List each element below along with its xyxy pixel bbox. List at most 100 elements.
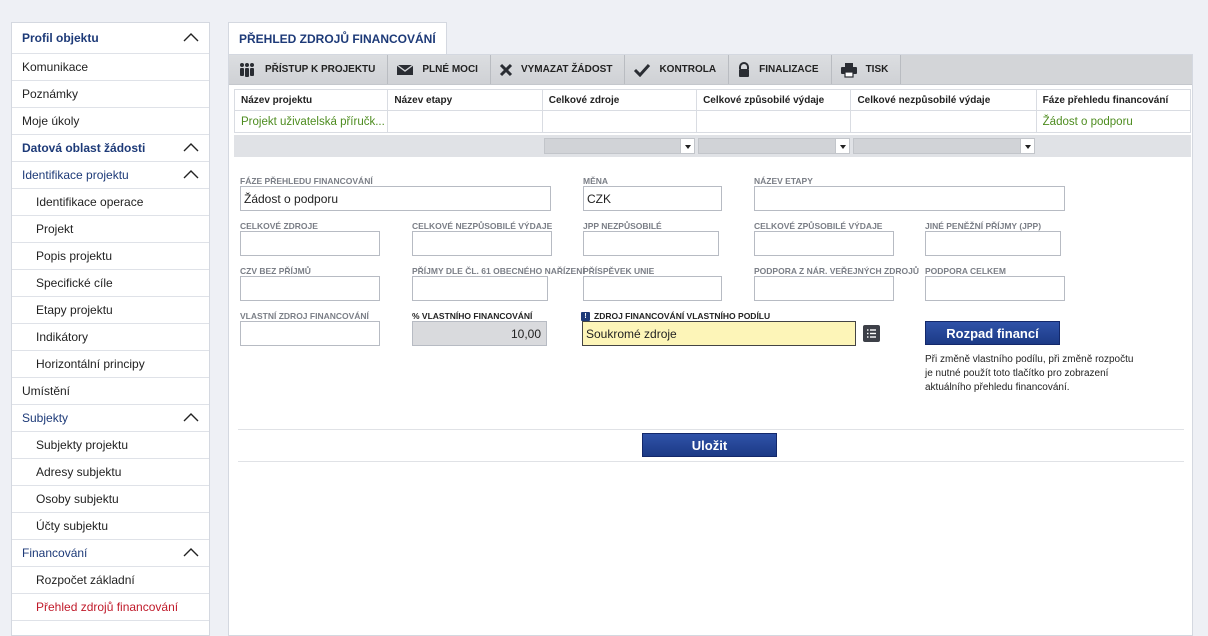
- toolbar-button-1[interactable]: PŘÍSTUP K PROJEKTU: [229, 55, 389, 84]
- sidebar-item-specifick-c-le[interactable]: Specifické cíle: [12, 270, 209, 297]
- sidebar-item-projekt[interactable]: Projekt: [12, 216, 209, 243]
- envelope-icon: [396, 63, 422, 77]
- jpp-label: JPP NEZPŮSOBILÉ: [583, 221, 662, 231]
- printer-icon: [840, 62, 866, 78]
- column-header[interactable]: Celkové způsobilé výdaje: [697, 89, 852, 111]
- sidebar-item-label: Osoby subjektu: [36, 492, 119, 506]
- filter-dropdown-zpusobile[interactable]: [698, 138, 850, 154]
- jine-prijmy-field[interactable]: [925, 231, 1061, 256]
- nezpusobile-label: CELKOVÉ NEZPŮSOBILÉ VÝDAJE: [412, 221, 553, 231]
- sidebar-item-label: Rozpočet základní: [36, 573, 135, 587]
- toolbar-button-6[interactable]: TISK: [831, 55, 902, 84]
- tab-prehled-zdroju[interactable]: PŘEHLED ZDROJŮ FINANCOVÁNÍ: [228, 22, 447, 54]
- sidebar-item-profil-objektu[interactable]: Profil objektu: [12, 23, 209, 54]
- sidebar-item-ty-subjektu[interactable]: Účty subjektu: [12, 513, 209, 540]
- filter-dropdown-celkove-zdroje[interactable]: [544, 138, 695, 154]
- toolbar-button-label: PŘÍSTUP K PROJEKTU: [265, 64, 376, 75]
- zpusobile-vydaje-field[interactable]: [754, 231, 894, 256]
- sidebar-item-indik-tory[interactable]: Indikátory: [12, 324, 209, 351]
- sidebar-item-horizont-ln-principy[interactable]: Horizontální principy: [12, 351, 209, 378]
- sidebar-item-label: Poznámky: [22, 87, 79, 101]
- celkove-zdroje-field[interactable]: [240, 231, 380, 256]
- chevron-up-icon[interactable]: [183, 168, 199, 182]
- toolbar-button-2[interactable]: PLNÉ MOCI: [388, 55, 491, 84]
- chevron-down-icon: [1020, 139, 1034, 153]
- sidebar-item-label: Financování: [22, 546, 88, 560]
- etapa-field[interactable]: [754, 186, 1065, 211]
- sidebar-item-subjekty-projektu[interactable]: Subjekty projektu: [12, 432, 209, 459]
- sidebar-item-label: Projekt: [36, 222, 74, 236]
- faze-label: FÁZE PŘEHLEDU FINANCOVÁNÍ: [240, 176, 373, 186]
- zpusobile-label: CELKOVÉ ZPŮSOBILÉ VÝDAJE: [754, 221, 883, 231]
- column-header[interactable]: Fáze přehledu financování: [1036, 89, 1192, 111]
- sidebar-item-p-ehled-zdroj-financov-n[interactable]: Přehled zdrojů financování: [12, 594, 209, 621]
- table-row[interactable]: Projekt uživatelská příručk... Žádost o p…: [234, 111, 1192, 133]
- toolbar-button-label: PLNÉ MOCI: [422, 64, 478, 75]
- toolbar-button-4[interactable]: KONTROLA: [625, 55, 730, 84]
- sidebar-item-label: Popis projektu: [36, 249, 113, 263]
- chevron-up-icon[interactable]: [183, 141, 199, 155]
- grid-filter-row: [234, 135, 1191, 157]
- sidebar-item-moje-koly[interactable]: Moje úkoly: [12, 108, 209, 135]
- rozpad-financi-button[interactable]: Rozpad financí: [925, 321, 1060, 345]
- save-button[interactable]: Uložit: [642, 433, 777, 457]
- sidebar-item-um-st-n[interactable]: Umístění: [12, 378, 209, 405]
- toolbar-button-label: KONTROLA: [659, 64, 717, 75]
- chevron-up-icon[interactable]: [183, 411, 199, 425]
- podpora-celkem-field[interactable]: [925, 276, 1065, 301]
- toolbar-button-5[interactable]: FINALIZACE: [729, 55, 832, 84]
- vlastni-label: VLASTNÍ ZDROJ FINANCOVÁNÍ: [240, 311, 369, 321]
- vlastni-zdroj-field[interactable]: [240, 321, 380, 346]
- table-cell: [697, 111, 852, 133]
- zdroje-label: CELKOVÉ ZDROJE: [240, 221, 318, 231]
- sidebar-item-datov-oblast-dosti[interactable]: Datová oblast žádosti: [12, 135, 209, 162]
- divider: [238, 461, 1184, 462]
- column-header[interactable]: Název etapy: [388, 89, 543, 111]
- column-header[interactable]: Název projektu: [234, 89, 389, 111]
- chevron-down-icon: [835, 139, 849, 153]
- list-picker-icon[interactable]: [863, 325, 880, 342]
- required-icon: !: [581, 311, 590, 321]
- sidebar-item-label: Datová oblast žádosti: [22, 141, 146, 155]
- sidebar-item-identifikace-operace[interactable]: Identifikace operace: [12, 189, 209, 216]
- sidebar-item-label: Komunikace: [22, 60, 89, 74]
- column-header[interactable]: Celkové nezpůsobilé výdaje: [851, 89, 1037, 111]
- divider: [238, 429, 1184, 430]
- sidebar-item-popis-projektu[interactable]: Popis projektu: [12, 243, 209, 270]
- chevron-down-icon: [680, 139, 694, 153]
- zdroj-vlastniho-podilu-field[interactable]: Soukromé zdroje: [582, 321, 856, 346]
- sidebar-item-identifikace-projektu[interactable]: Identifikace projektu: [12, 162, 209, 189]
- pct-vlastniho-field: 10,00: [412, 321, 547, 346]
- sidebar-item-rozpo-et-z-kladn[interactable]: Rozpočet základní: [12, 567, 209, 594]
- chevron-up-icon[interactable]: [183, 546, 199, 560]
- sidebar-item-subjekty[interactable]: Subjekty: [12, 405, 209, 432]
- sidebar-item-label: Horizontální principy: [36, 357, 145, 371]
- podpora-celkem-label: PODPORA CELKEM: [925, 266, 1006, 276]
- sidebar-item-label: Profil objektu: [22, 31, 99, 45]
- sidebar-item-komunikace[interactable]: Komunikace: [12, 54, 209, 81]
- sidebar-item-osoby-subjektu[interactable]: Osoby subjektu: [12, 486, 209, 513]
- toolbar: PŘÍSTUP K PROJEKTU PLNÉ MOCI VYMAZAT ŽÁDOS…: [229, 55, 1192, 85]
- prijmy-field[interactable]: [412, 276, 548, 301]
- sidebar-item-adresy-subjektu[interactable]: Adresy subjektu: [12, 459, 209, 486]
- sidebar-item-financov-n[interactable]: Financování: [12, 540, 209, 567]
- table-cell: Projekt uživatelská příručk...: [234, 111, 389, 133]
- column-header[interactable]: Celkové zdroje: [542, 89, 698, 111]
- sidebar-item-etapy-projektu[interactable]: Etapy projektu: [12, 297, 209, 324]
- faze-field[interactable]: Žádost o podporu: [240, 186, 551, 211]
- jpp-nezpusobile-field[interactable]: [583, 231, 719, 256]
- prispevek-unie-field[interactable]: [583, 276, 722, 301]
- chevron-up-icon[interactable]: [183, 31, 199, 45]
- financing-grid: Název projektu Název etapy Celkové zdroje C…: [234, 89, 1192, 157]
- nezpusobile-vydaje-field[interactable]: [412, 231, 552, 256]
- sidebar-item-pozn-mky[interactable]: Poznámky: [12, 81, 209, 108]
- mena-field[interactable]: CZK: [583, 186, 722, 211]
- toolbar-button-3[interactable]: VYMAZAT ŽÁDOST: [490, 55, 626, 84]
- podpora-nar-field[interactable]: [754, 276, 894, 301]
- check-icon: [633, 63, 659, 77]
- filter-dropdown-nezpusobile[interactable]: [853, 138, 1035, 154]
- sidebar-item-label: Přehled zdrojů financování: [36, 600, 179, 614]
- czv-field[interactable]: [240, 276, 380, 301]
- czv-label: CZV BEZ PŘÍJMŮ: [240, 266, 311, 276]
- sidebar-item-label: Umístění: [22, 384, 71, 398]
